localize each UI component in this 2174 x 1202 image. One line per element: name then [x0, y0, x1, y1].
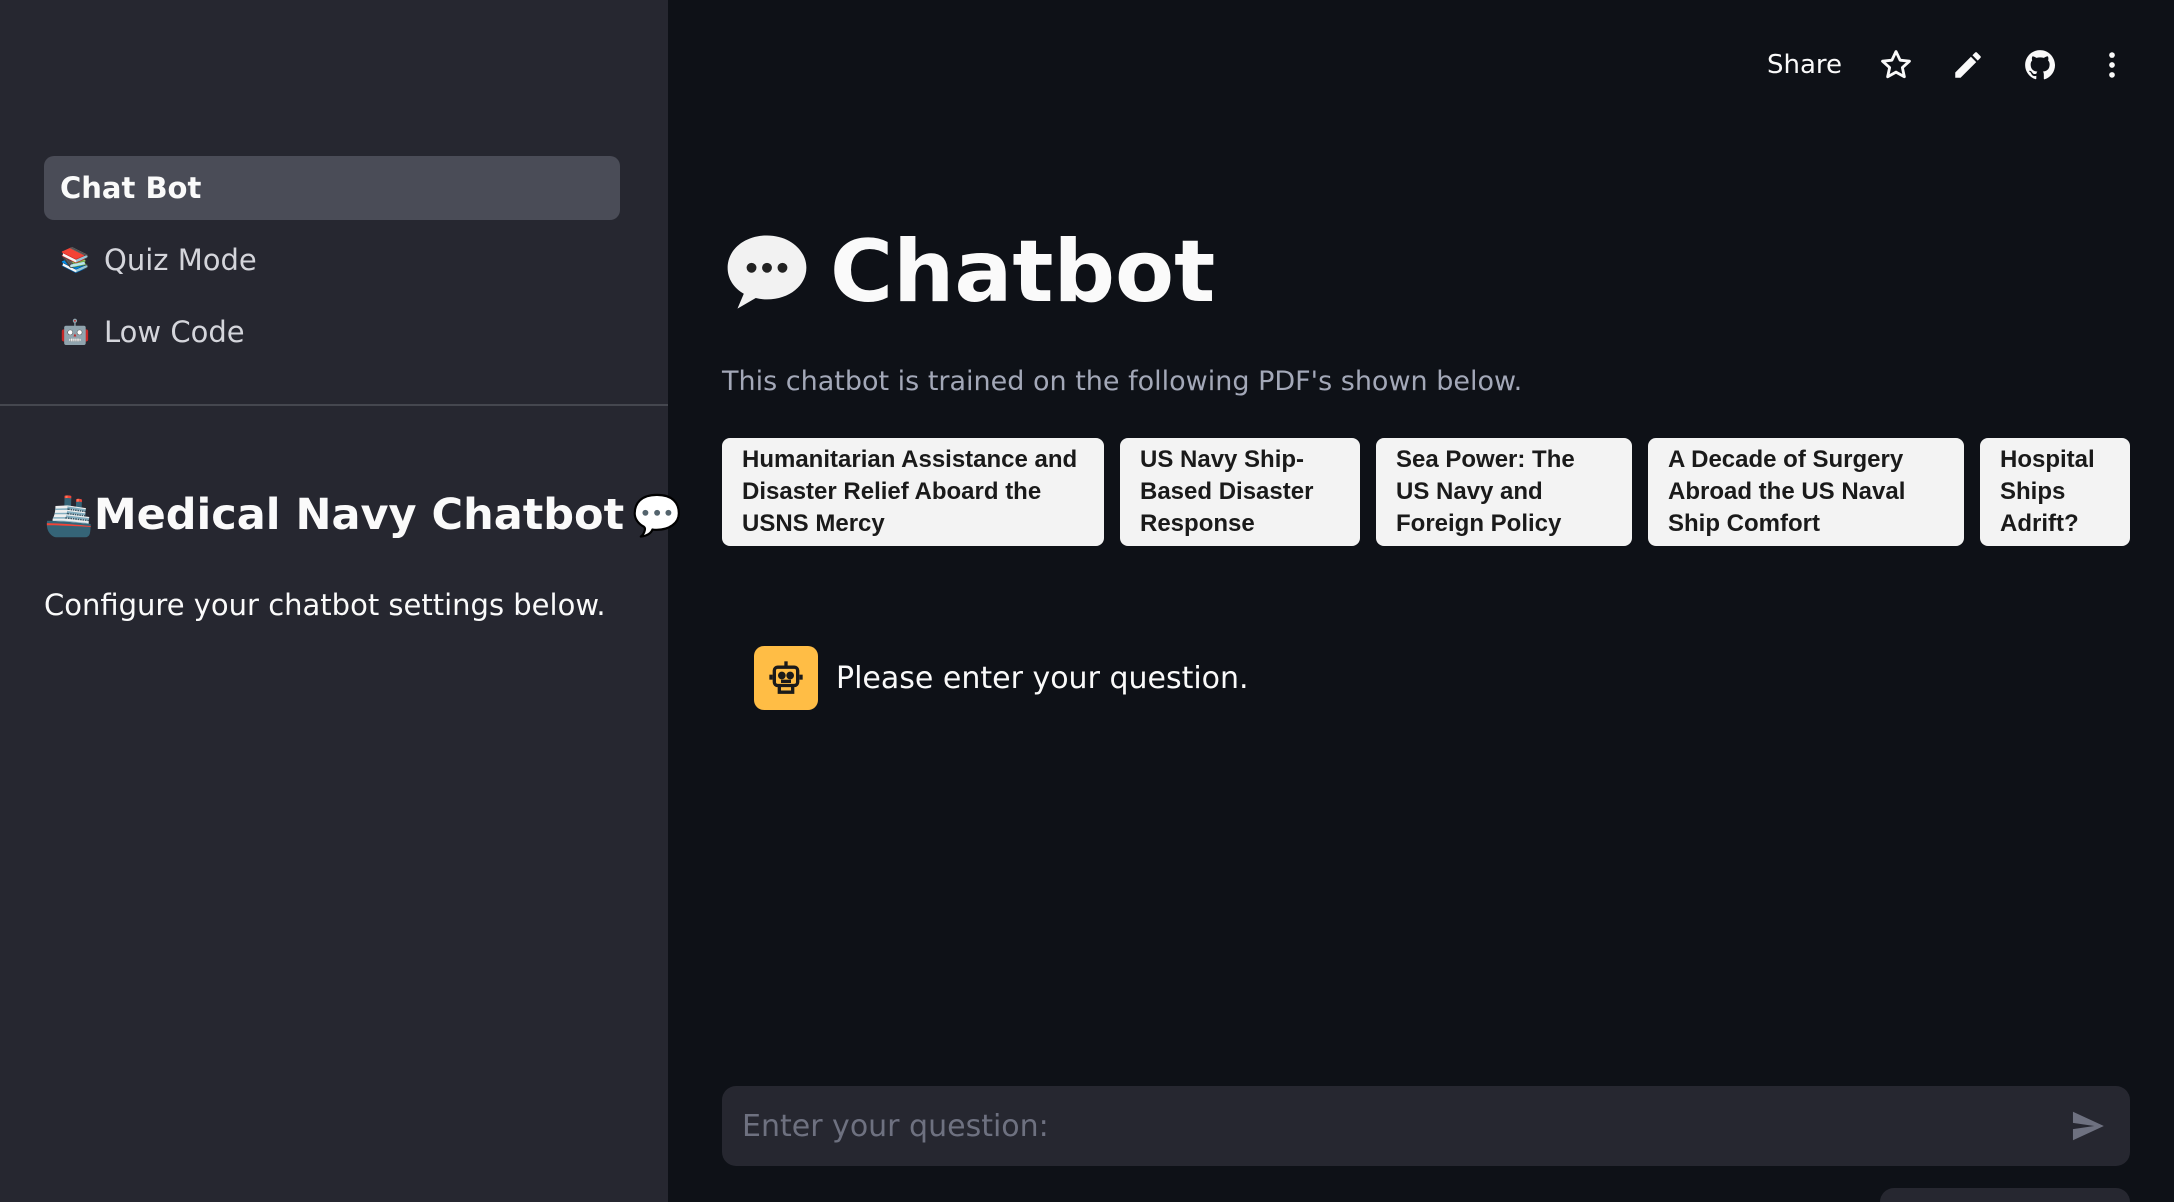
nav-item-quiz-mode[interactable]: 📚 Quiz Mode [44, 228, 620, 292]
more-vertical-icon[interactable] [2094, 47, 2130, 83]
bottom-tab [1880, 1188, 2130, 1202]
sidebar-title: 🚢 Medical Navy Chatbot 💬 [44, 490, 682, 540]
sidebar-divider [0, 404, 668, 406]
speech-bubble-icon [727, 235, 807, 309]
nav-item-label: Low Code [104, 315, 245, 349]
pdf-card[interactable]: Sea Power: The US Navy and Foreign Polic… [1376, 438, 1632, 546]
sidebar-title-text: Medical Navy Chatbot [93, 490, 625, 540]
page-title: Chatbot [722, 222, 1215, 322]
pdf-card[interactable]: A Decade of Surgery Abroad the US Naval … [1648, 438, 1964, 546]
ship-icon: 🚢 [44, 492, 94, 539]
nav-item-label: Quiz Mode [104, 243, 257, 277]
chat-input[interactable] [742, 1108, 2066, 1144]
header-toolbar: Share [1767, 40, 2130, 90]
sidebar: Chat Bot 📚 Quiz Mode 🤖 Low Code 🚢 Medica… [0, 0, 682, 1202]
pdf-card[interactable]: Humanitarian Assistance and Disaster Rel… [722, 438, 1104, 546]
share-button[interactable]: Share [1767, 50, 1842, 80]
chat-input-bar [722, 1086, 2130, 1166]
sidebar-nav: Chat Bot 📚 Quiz Mode 🤖 Low Code [44, 156, 620, 372]
star-icon[interactable] [1878, 47, 1914, 83]
nav-item-low-code[interactable]: 🤖 Low Code [44, 300, 620, 364]
books-icon: 📚 [60, 246, 90, 274]
page-title-text: Chatbot [830, 222, 1216, 322]
pdf-card[interactable]: Hospital Ships Adrift? [1980, 438, 2130, 546]
page-description: This chatbot is trained on the following… [722, 366, 1523, 397]
nav-item-label: Chat Bot [60, 171, 202, 205]
pdf-card[interactable]: US Navy Ship-Based Disaster Response [1120, 438, 1360, 546]
speech-bubble-icon: 💬 [632, 492, 682, 539]
assistant-message: Please enter your question. [754, 646, 1249, 710]
nav-item-chat-bot[interactable]: Chat Bot [44, 156, 620, 220]
bot-avatar [754, 646, 818, 710]
github-icon[interactable] [2022, 47, 2058, 83]
app: Chat Bot 📚 Quiz Mode 🤖 Low Code 🚢 Medica… [0, 0, 2174, 1202]
sidebar-subtitle: Configure your chatbot settings below. [44, 588, 606, 622]
pdf-list: Humanitarian Assistance and Disaster Rel… [722, 438, 2130, 546]
message-text: Please enter your question. [836, 660, 1249, 696]
send-icon [2072, 1111, 2104, 1141]
send-button[interactable] [2066, 1104, 2110, 1148]
robot-icon [769, 661, 803, 694]
robot-icon: 🤖 [60, 318, 90, 346]
pencil-icon[interactable] [1950, 47, 1986, 83]
